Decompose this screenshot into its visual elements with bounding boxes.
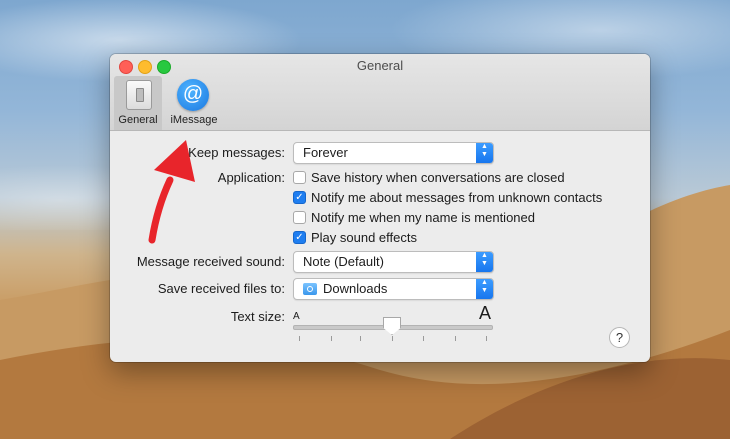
general-pane: Keep messages: Forever ▲ ▼ Application: S… — [110, 131, 650, 362]
slider-tick — [331, 336, 332, 341]
slider-tick — [299, 336, 300, 341]
save-files-label: Save received files to: — [157, 281, 285, 296]
save-files-popup[interactable]: Downloads ▲ ▼ — [293, 278, 494, 300]
notify-unknown-label: Notify me about messages from unknown co… — [311, 190, 603, 205]
tab-imessage[interactable]: @ iMessage — [164, 76, 224, 130]
chevron-updown-icon: ▲ ▼ — [476, 279, 493, 299]
at-icon: @ — [177, 79, 209, 111]
text-size-slider-knob[interactable] — [383, 317, 401, 335]
slider-tick — [455, 336, 456, 341]
tab-general[interactable]: General — [114, 76, 162, 130]
help-button[interactable]: ? — [609, 327, 630, 348]
play-sound-label: Play sound effects — [311, 230, 417, 245]
received-sound-popup[interactable]: Note (Default) ▲ ▼ — [293, 251, 494, 273]
tab-imessage-label: iMessage — [170, 114, 218, 126]
text-size-large-glyph: A — [479, 303, 492, 323]
switch-icon — [126, 80, 152, 110]
slider-tick — [423, 336, 424, 341]
slider-tick — [486, 336, 487, 341]
text-size-label: Text size: — [230, 309, 285, 324]
save-files-value: Downloads — [323, 281, 388, 296]
chevron-updown-icon: ▲ ▼ — [476, 252, 493, 272]
application-label: Application: — [217, 170, 285, 185]
keep-messages-popup[interactable]: Forever ▲ ▼ — [293, 142, 494, 164]
keep-messages-label: Keep messages: — [188, 145, 285, 160]
play-sound-checkbox[interactable]: ✓ — [293, 231, 306, 244]
keep-messages-value: Forever — [303, 145, 348, 160]
slider-tick — [360, 336, 361, 341]
preferences-window: General General @ iMessage Keep messages… — [110, 54, 650, 362]
received-sound-value: Note (Default) — [303, 254, 384, 269]
chevron-updown-icon: ▲ ▼ — [476, 143, 493, 163]
text-size-small-glyph: A — [293, 311, 300, 322]
notify-unknown-checkbox[interactable]: ✓ — [293, 191, 306, 204]
notify-name-checkbox[interactable] — [293, 211, 306, 224]
slider-tick — [392, 336, 393, 341]
window-title: General — [356, 58, 404, 73]
save-history-label: Save history when conversations are clos… — [311, 170, 565, 185]
received-sound-label: Message received sound: — [136, 254, 285, 269]
save-history-checkbox[interactable] — [293, 171, 306, 184]
notify-name-label: Notify me when my name is mentioned — [311, 210, 535, 225]
downloads-folder-icon — [303, 283, 317, 295]
tab-general-label: General — [118, 114, 158, 126]
title-bar: General General @ iMessage — [110, 54, 650, 131]
